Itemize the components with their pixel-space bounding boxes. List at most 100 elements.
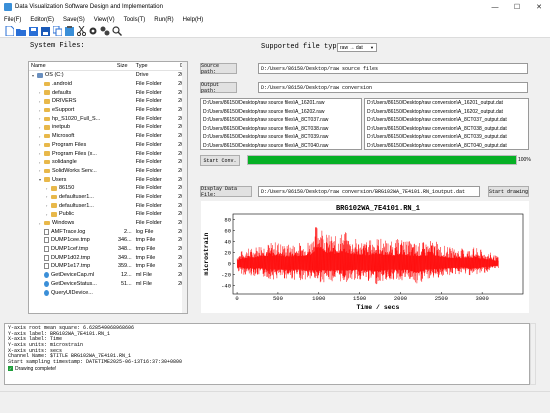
source-path-button[interactable]: Source path:	[200, 63, 237, 75]
file-tree-row[interactable]: ›defaultuser1...File Folder2025	[29, 193, 187, 202]
file-tree-row[interactable]: AMFTrace.log2...log File2025	[29, 227, 187, 236]
output-file-item[interactable]: D:/Users/86150/Desktop/raw conversion\A_…	[365, 99, 528, 108]
display-file-path-field[interactable]: D:/Users/86150/Desktop/raw conversion/BR…	[258, 186, 480, 197]
new-file-icon[interactable]	[4, 26, 14, 36]
file-tree-row[interactable]: ›Program FilesFile Folder2025	[29, 141, 187, 150]
x-tick-label: 0	[235, 295, 238, 302]
start-conversion-button[interactable]: Start Conv.	[200, 155, 240, 166]
open-folder-icon[interactable]	[16, 26, 26, 36]
folder-icon	[44, 177, 50, 182]
menu-help[interactable]: Help(H)	[183, 17, 204, 23]
output-file-item[interactable]: D:/Users/86150/Desktop/raw conversion\A_…	[365, 133, 528, 142]
source-file-item[interactable]: D:/Users/86150/Desktop/raw source files\…	[201, 108, 361, 117]
file-type: Drive	[135, 72, 149, 79]
start-drawing-button[interactable]: Start drawing	[488, 186, 529, 197]
file-name-cell: AMFTrace.log	[29, 228, 115, 235]
file-tree-row[interactable]: ›inetpubFile Folder2025	[29, 123, 187, 132]
menu-tools[interactable]: Tools(T)	[124, 17, 146, 23]
minimize-button[interactable]: —	[484, 0, 506, 14]
close-button[interactable]: ✕	[528, 0, 550, 14]
column-size[interactable]: Size	[115, 63, 134, 69]
file-tree[interactable]: Name Size Type Date ▾OS (C:)Drive2025.an…	[28, 61, 188, 314]
log-line: ✓ Drawing complete!	[8, 365, 526, 372]
file-tree-row[interactable]: ›Program Files (x...File Folder2025	[29, 149, 187, 158]
column-name[interactable]: Name	[29, 63, 115, 69]
file-type: File Folder	[135, 81, 162, 88]
file-tree-row[interactable]: ›MicrosoftFile Folder2025	[29, 132, 187, 141]
folder-icon	[44, 220, 50, 226]
file-tree-row[interactable]: ›DRIVERSFile Folder2025	[29, 97, 187, 106]
file-tree-scrollbar[interactable]	[182, 62, 187, 313]
file-tree-row[interactable]: ›defaultuser1...File Folder2025	[29, 201, 187, 210]
file-tree-row[interactable]: ▾OS (C:)Drive2025	[29, 71, 187, 80]
file-name: Program Files	[52, 141, 87, 148]
file-name-cell: › Microsoft	[29, 133, 115, 139]
file-type: File Folder	[135, 115, 162, 122]
file-tree-row[interactable]: .androidFile Folder2025	[29, 80, 187, 89]
output-file-list[interactable]: D:/Users/86150/Desktop/raw conversion\A_…	[364, 98, 529, 150]
menu-run[interactable]: Run(R)	[154, 17, 173, 23]
run-icon[interactable]	[100, 26, 110, 36]
output-file-item[interactable]: D:/Users/86150/Desktop/raw conversion\A_…	[365, 125, 528, 134]
file-tree-row[interactable]: ›solidangleFile Folder2025	[29, 158, 187, 167]
menu-file[interactable]: File(F)	[4, 17, 21, 23]
y-tick-label: 60	[224, 227, 231, 234]
paste-icon[interactable]	[64, 26, 74, 36]
file-tree-row[interactable]: ›defaultsFile Folder2025	[29, 88, 187, 97]
cut-icon[interactable]	[76, 26, 86, 36]
file-name-cell: › Public	[29, 211, 115, 217]
output-file-item[interactable]: D:/Users/86150/Desktop/raw conversion\A_…	[365, 142, 528, 150]
log-text: Start sampling timestamp: DATETIME2025-0…	[8, 359, 183, 366]
output-path-field[interactable]: D:/Users/86150/Desktop/raw conversion	[258, 82, 528, 93]
file-name-cell: › defaults	[29, 90, 115, 96]
file-type-select[interactable]: raw → dat ▼	[337, 43, 377, 52]
file-name-cell: › defaultuser1...	[29, 194, 115, 200]
log-scrollbar[interactable]	[530, 323, 536, 385]
file-name-cell: › solidangle	[29, 159, 115, 165]
save-icon[interactable]	[28, 26, 38, 36]
file-name: hp_S1020_Full_S...	[52, 115, 101, 122]
file-icon	[44, 254, 49, 261]
file-tree-row[interactable]: ▾UsersFile Folder2025	[29, 175, 187, 184]
column-type[interactable]: Type	[134, 63, 178, 69]
file-tree-row[interactable]: ›hp_S1020_Full_S...File Folder2025	[29, 114, 187, 123]
file-tree-row[interactable]: DUMP1d02.tmp349...tmp File2025	[29, 253, 187, 262]
file-type: File Folder	[135, 150, 162, 157]
chart-title: BRG102WA_7E4101.RN_1	[336, 205, 420, 213]
file-tree-row[interactable]: DUMP1cee.tmp346...tmp File2025	[29, 236, 187, 245]
source-path-field[interactable]: D:/Users/86150/Desktop/raw source files	[258, 63, 528, 74]
source-file-item[interactable]: D:/Users/86150/Desktop/raw source files\…	[201, 125, 361, 134]
maximize-button[interactable]: ☐	[506, 0, 528, 14]
menu-view[interactable]: View(V)	[94, 17, 115, 23]
file-tree-row[interactable]: DUMP1cef.tmp348...tmp File2025	[29, 245, 187, 254]
file-tree-row[interactable]: QueryUIDevice...	[29, 288, 187, 297]
menu-editor[interactable]: Editor(E)	[30, 17, 54, 23]
output-path-button[interactable]: Output path:	[200, 82, 237, 94]
settings-icon[interactable]	[88, 26, 98, 36]
source-file-item[interactable]: D:/Users/86150/Desktop/raw source files\…	[201, 99, 361, 108]
output-file-item[interactable]: D:/Users/86150/Desktop/raw conversion\A_…	[365, 116, 528, 125]
file-type: tmp File	[135, 263, 156, 270]
save-all-icon[interactable]	[40, 26, 50, 36]
file-tree-row[interactable]: ›SolidWorks Serv...File Folder2025	[29, 167, 187, 176]
x-tick-label: 2000	[394, 295, 407, 302]
source-file-item[interactable]: D:/Users/86150/Desktop/raw source files\…	[201, 142, 361, 150]
source-file-item[interactable]: D:/Users/86150/Desktop/raw source files\…	[201, 133, 361, 142]
file-tree-row[interactable]: ›PublicFile Folder2025	[29, 210, 187, 219]
output-file-item[interactable]: D:/Users/86150/Desktop/raw conversion\A_…	[365, 108, 528, 117]
file-tree-row[interactable]: ›86150File Folder2025	[29, 184, 187, 193]
source-file-list[interactable]: D:/Users/86150/Desktop/raw source files\…	[200, 98, 362, 150]
log-output[interactable]: Y-axis root mean square: 6.6285490689686…	[4, 323, 530, 385]
menu-save[interactable]: Save(S)	[63, 17, 85, 23]
display-data-file-button[interactable]: Display Data File:	[200, 186, 252, 198]
chart-area[interactable]: BRG102WA_7E4101.RN_1 0 500 1000 1500 2000 2500…	[201, 201, 529, 313]
file-tree-row[interactable]: ›eSupportFile Folder2025	[29, 106, 187, 115]
file-name: DUMP1cee.tmp	[51, 237, 90, 244]
search-icon[interactable]	[112, 26, 122, 36]
source-file-item[interactable]: D:/Users/86150/Desktop/raw source files\…	[201, 116, 361, 125]
file-tree-row[interactable]: GetDeviceStatus...51...ml File2025	[29, 280, 187, 289]
file-tree-row[interactable]: ›WindowsFile Folder2025	[29, 219, 187, 228]
file-tree-row[interactable]: GetDeviceCap.ml12...ml File2025	[29, 271, 187, 280]
file-tree-row[interactable]: DUMP1e17.tmp359...tmp File2025	[29, 262, 187, 271]
copy-icon[interactable]	[52, 26, 62, 36]
